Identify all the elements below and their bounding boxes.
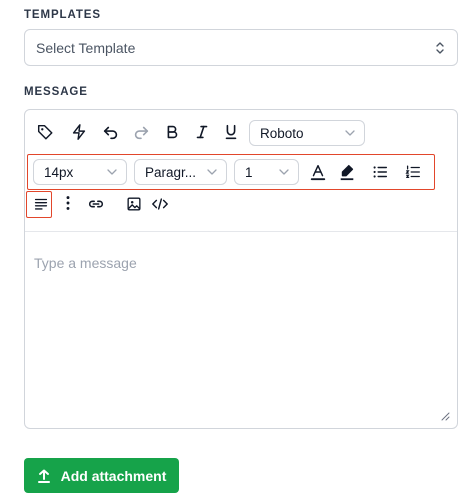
redo-icon[interactable] [130,121,152,143]
message-label: MESSAGE [24,86,88,98]
lightning-icon[interactable] [68,121,90,143]
more-vertical-icon[interactable] [57,192,79,214]
font-size-value: 14px [44,164,74,180]
template-select-value: Select Template [36,39,136,56]
resize-handle-icon[interactable] [441,412,450,421]
align-left-icon[interactable] [30,193,52,215]
highlight-icon[interactable] [336,161,358,183]
block-format-value: Paragr... [145,164,197,180]
font-size-select[interactable]: 14px [33,159,127,185]
tag-icon[interactable] [34,121,56,143]
code-icon[interactable] [149,193,171,215]
toolbar-divider [25,231,457,232]
chevron-down-icon [207,169,217,175]
font-family-select[interactable]: Roboto [249,120,365,146]
add-attachment-label: Add attachment [60,467,167,484]
chevron-down-icon [107,169,117,175]
image-icon[interactable] [123,193,145,215]
chevron-down-icon [345,130,355,136]
message-editor: Roboto 14px Paragr... 1 Type a message [24,109,458,429]
upload-icon [37,469,50,483]
add-attachment-button[interactable]: Add attachment [24,458,179,493]
numbered-list-icon[interactable] [402,161,424,183]
line-height-select[interactable]: 1 [234,159,299,185]
templates-label: TEMPLATES [24,9,101,21]
underline-icon[interactable] [220,121,242,143]
bullet-list-icon[interactable] [369,161,391,183]
chevron-down-icon [279,169,289,175]
italic-icon[interactable] [191,121,213,143]
message-placeholder: Type a message [34,255,137,271]
undo-icon[interactable] [100,121,122,143]
bold-icon[interactable] [161,121,183,143]
line-height-value: 1 [245,164,253,180]
updown-chevron-icon [436,42,444,54]
message-textarea[interactable]: Type a message [26,233,456,427]
link-icon[interactable] [85,193,107,215]
block-format-select[interactable]: Paragr... [134,159,227,185]
template-select[interactable]: Select Template [24,29,458,66]
font-family-value: Roboto [260,125,304,141]
text-color-icon[interactable] [307,161,329,183]
